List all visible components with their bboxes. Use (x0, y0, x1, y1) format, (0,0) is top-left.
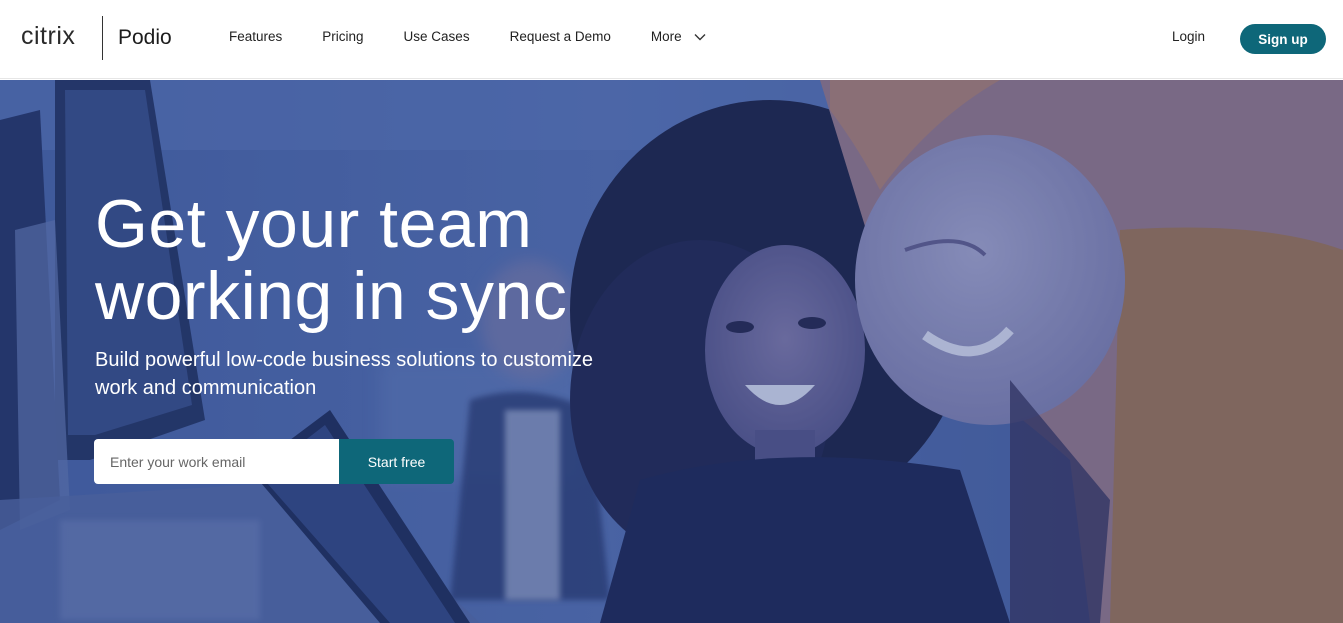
nav-item-pricing[interactable]: Pricing (322, 29, 363, 44)
hero-title-line-2: working in sync (95, 258, 568, 334)
citrix-logo[interactable]: citrix (21, 22, 75, 51)
site-header: citrix Podio Features Pricing Use Cases … (0, 0, 1343, 79)
nav-item-use-cases[interactable]: Use Cases (404, 29, 470, 44)
hero-subtitle-line-2: work and communication (95, 377, 317, 399)
hero-subtitle: Build powerful low-code business solutio… (95, 346, 655, 402)
hero-section: Get your team working in sync Build powe… (0, 80, 1343, 623)
start-free-button[interactable]: Start free (339, 439, 454, 484)
email-signup-form: Start free (94, 439, 454, 484)
hero-subtitle-line-1: Build powerful low-code business solutio… (95, 349, 594, 371)
hero-title: Get your team working in sync (95, 188, 735, 332)
nav-item-features[interactable]: Features (229, 29, 282, 44)
chevron-down-icon (694, 33, 706, 40)
hero-title-line-1: Get your team (95, 186, 533, 262)
nav-item-request-demo[interactable]: Request a Demo (510, 29, 611, 44)
main-nav: Features Pricing Use Cases Request a Dem… (229, 29, 746, 44)
nav-item-more[interactable]: More (651, 29, 706, 44)
login-link[interactable]: Login (1172, 29, 1205, 44)
nav-item-more-label: More (650, 29, 682, 44)
email-field[interactable] (94, 439, 339, 484)
podio-logo[interactable]: Podio (118, 26, 172, 50)
logo-divider (102, 16, 103, 60)
signup-button[interactable]: Sign up (1240, 24, 1326, 54)
